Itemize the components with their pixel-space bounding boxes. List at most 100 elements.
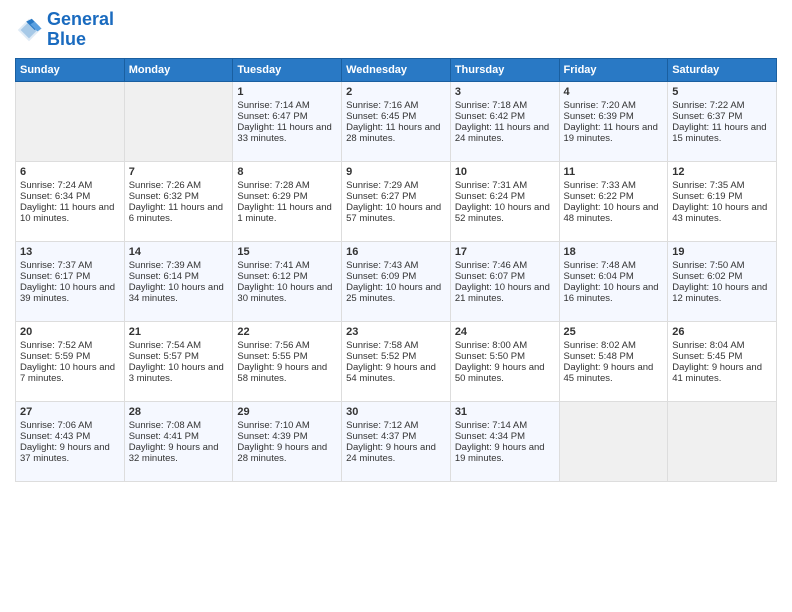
sunrise-text: Sunrise: 7:06 AM <box>20 420 92 431</box>
daylight-text: Daylight: 9 hours and 24 minutes. <box>346 442 436 464</box>
day-number: 30 <box>346 406 446 418</box>
daylight-text: Daylight: 10 hours and 48 minutes. <box>564 202 659 224</box>
day-number: 24 <box>455 326 555 338</box>
calendar-header-row: SundayMondayTuesdayWednesdayThursdayFrid… <box>16 58 777 81</box>
logo: General Blue <box>15 10 114 50</box>
sunset-text: Sunset: 4:39 PM <box>237 431 307 442</box>
calendar-cell: 16Sunrise: 7:43 AMSunset: 6:09 PMDayligh… <box>342 241 451 321</box>
sunset-text: Sunset: 6:45 PM <box>346 111 416 122</box>
sunrise-text: Sunrise: 7:29 AM <box>346 180 418 191</box>
calendar-week-5: 27Sunrise: 7:06 AMSunset: 4:43 PMDayligh… <box>16 401 777 481</box>
day-number: 26 <box>672 326 772 338</box>
daylight-text: Daylight: 10 hours and 21 minutes. <box>455 282 550 304</box>
daylight-text: Daylight: 9 hours and 54 minutes. <box>346 362 436 384</box>
daylight-text: Daylight: 10 hours and 39 minutes. <box>20 282 115 304</box>
calendar-cell: 24Sunrise: 8:00 AMSunset: 5:50 PMDayligh… <box>450 321 559 401</box>
day-number: 9 <box>346 166 446 178</box>
sunrise-text: Sunrise: 7:31 AM <box>455 180 527 191</box>
sunrise-text: Sunrise: 7:12 AM <box>346 420 418 431</box>
calendar-cell: 25Sunrise: 8:02 AMSunset: 5:48 PMDayligh… <box>559 321 668 401</box>
calendar-cell: 9 Sunrise: 7:29 AMSunset: 6:27 PMDaylight… <box>342 161 451 241</box>
sunset-text: Sunset: 6:12 PM <box>237 271 307 282</box>
sunrise-text: Sunrise: 7:14 AM <box>237 100 309 111</box>
calendar-cell: 4Sunrise: 7:20 AMSunset: 6:39 PMDaylight… <box>559 81 668 161</box>
sunset-text: Sunset: 5:45 PM <box>672 351 742 362</box>
day-number: 19 <box>672 246 772 258</box>
header: General Blue <box>15 10 777 50</box>
calendar-cell <box>668 401 777 481</box>
sunrise-text: Sunrise: 7:41 AM <box>237 260 309 271</box>
calendar-cell: 5Sunrise: 7:22 AMSunset: 6:37 PMDaylight… <box>668 81 777 161</box>
daylight-text: Daylight: 10 hours and 30 minutes. <box>237 282 332 304</box>
day-number: 23 <box>346 326 446 338</box>
daylight-text: Daylight: 11 hours and 15 minutes. <box>672 122 766 144</box>
calendar-cell: 11 Sunrise: 7:33 AMSunset: 6:22 PMDayligh… <box>559 161 668 241</box>
sunrise-text: Sunrise: 7:56 AM <box>237 340 309 351</box>
daylight-text: Daylight: 9 hours and 37 minutes. <box>20 442 110 464</box>
sunrise-text: Sunrise: 7:18 AM <box>455 100 527 111</box>
day-number: 6 <box>20 166 120 178</box>
sunset-text: Sunset: 6:09 PM <box>346 271 416 282</box>
sunrise-text: Sunrise: 7:22 AM <box>672 100 744 111</box>
day-number: 22 <box>237 326 337 338</box>
daylight-text: Daylight: 9 hours and 45 minutes. <box>564 362 654 384</box>
day-number: 11 <box>564 166 664 178</box>
calendar-cell: 6Sunrise: 7:24 AMSunset: 6:34 PMDaylight… <box>16 161 125 241</box>
sunrise-text: Sunrise: 7:35 AM <box>672 180 744 191</box>
sunrise-text: Sunrise: 7:24 AM <box>20 180 92 191</box>
daylight-text: Daylight: 10 hours and 12 minutes. <box>672 282 767 304</box>
sunrise-text: Sunrise: 7:28 AM <box>237 180 309 191</box>
sunrise-text: Sunrise: 7:33 AM <box>564 180 636 191</box>
sunset-text: Sunset: 6:27 PM <box>346 191 416 202</box>
daylight-text: Daylight: 10 hours and 7 minutes. <box>20 362 115 384</box>
calendar-cell: 17Sunrise: 7:46 AMSunset: 6:07 PMDayligh… <box>450 241 559 321</box>
daylight-text: Daylight: 9 hours and 32 minutes. <box>129 442 219 464</box>
calendar-cell: 8Sunrise: 7:28 AMSunset: 6:29 PMDaylight… <box>233 161 342 241</box>
calendar-cell: 27Sunrise: 7:06 AMSunset: 4:43 PMDayligh… <box>16 401 125 481</box>
daylight-text: Daylight: 9 hours and 58 minutes. <box>237 362 327 384</box>
day-number: 28 <box>129 406 229 418</box>
day-number: 10 <box>455 166 555 178</box>
daylight-text: Daylight: 10 hours and 3 minutes. <box>129 362 224 384</box>
daylight-text: Daylight: 11 hours and 33 minutes. <box>237 122 331 144</box>
sunrise-text: Sunrise: 7:14 AM <box>455 420 527 431</box>
calendar-table: SundayMondayTuesdayWednesdayThursdayFrid… <box>15 58 777 482</box>
daylight-text: Daylight: 10 hours and 57 minutes. <box>346 202 441 224</box>
day-header-tuesday: Tuesday <box>233 58 342 81</box>
sunset-text: Sunset: 6:22 PM <box>564 191 634 202</box>
day-number: 20 <box>20 326 120 338</box>
calendar-week-1: 1Sunrise: 7:14 AMSunset: 6:47 PMDaylight… <box>16 81 777 161</box>
daylight-text: Daylight: 9 hours and 41 minutes. <box>672 362 762 384</box>
sunset-text: Sunset: 4:37 PM <box>346 431 416 442</box>
sunrise-text: Sunrise: 7:39 AM <box>129 260 201 271</box>
sunrise-text: Sunrise: 7:43 AM <box>346 260 418 271</box>
day-number: 25 <box>564 326 664 338</box>
calendar-cell: 21Sunrise: 7:54 AMSunset: 5:57 PMDayligh… <box>124 321 233 401</box>
sunset-text: Sunset: 6:29 PM <box>237 191 307 202</box>
daylight-text: Daylight: 10 hours and 52 minutes. <box>455 202 550 224</box>
sunset-text: Sunset: 5:55 PM <box>237 351 307 362</box>
sunrise-text: Sunrise: 7:54 AM <box>129 340 201 351</box>
logo-icon <box>15 16 43 44</box>
daylight-text: Daylight: 9 hours and 50 minutes. <box>455 362 545 384</box>
sunrise-text: Sunrise: 7:48 AM <box>564 260 636 271</box>
day-header-saturday: Saturday <box>668 58 777 81</box>
day-number: 1 <box>237 86 337 98</box>
day-number: 27 <box>20 406 120 418</box>
calendar-cell: 14Sunrise: 7:39 AMSunset: 6:14 PMDayligh… <box>124 241 233 321</box>
calendar-week-2: 6Sunrise: 7:24 AMSunset: 6:34 PMDaylight… <box>16 161 777 241</box>
sunset-text: Sunset: 6:07 PM <box>455 271 525 282</box>
daylight-text: Daylight: 9 hours and 19 minutes. <box>455 442 545 464</box>
calendar-cell: 19Sunrise: 7:50 AMSunset: 6:02 PMDayligh… <box>668 241 777 321</box>
sunset-text: Sunset: 6:04 PM <box>564 271 634 282</box>
calendar-week-4: 20Sunrise: 7:52 AMSunset: 5:59 PMDayligh… <box>16 321 777 401</box>
sunset-text: Sunset: 6:24 PM <box>455 191 525 202</box>
sunrise-text: Sunrise: 7:52 AM <box>20 340 92 351</box>
calendar-week-3: 13Sunrise: 7:37 AMSunset: 6:17 PMDayligh… <box>16 241 777 321</box>
daylight-text: Daylight: 9 hours and 28 minutes. <box>237 442 327 464</box>
day-number: 3 <box>455 86 555 98</box>
day-number: 13 <box>20 246 120 258</box>
sunset-text: Sunset: 4:41 PM <box>129 431 199 442</box>
sunrise-text: Sunrise: 7:20 AM <box>564 100 636 111</box>
day-number: 2 <box>346 86 446 98</box>
